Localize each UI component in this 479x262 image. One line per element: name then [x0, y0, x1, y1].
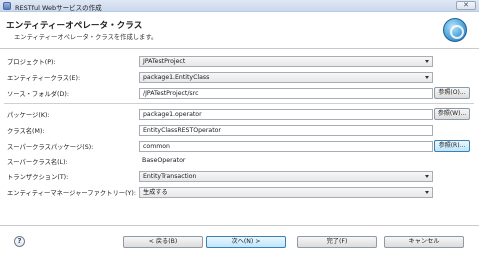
transaction-combo[interactable]: EntityTransaction [139, 171, 433, 182]
package-field[interactable]: package1.operator [139, 109, 433, 120]
project-label: プロジェクト(P): [7, 59, 56, 66]
footer-separator [0, 225, 479, 226]
source-folder-label: ソース・フォルダ(D): [7, 91, 69, 98]
help-icon[interactable]: ? [14, 236, 25, 247]
close-button[interactable]: ✕ [456, 1, 476, 10]
entity-manager-factory-combo[interactable]: 生成する [139, 187, 433, 198]
superclass-name-value: BaseOperator [142, 157, 186, 164]
class-name-field[interactable]: EntityClassRESTOperator [139, 125, 433, 136]
chevron-down-icon [425, 76, 429, 79]
title-bar[interactable]: RESTful Webサービスの作成 ✕ [0, 0, 479, 12]
superclass-package-field[interactable]: common [139, 141, 433, 152]
entity-class-label: エンティティークラス(E): [7, 75, 81, 82]
next-button[interactable]: 次へ(N) > [206, 236, 286, 248]
finish-button[interactable]: 完了(F) [297, 236, 377, 248]
superclass-name-label: スーパークラス名(L): [7, 159, 68, 166]
package-label: パッケージ(K): [7, 112, 50, 119]
entity-manager-factory-label: エンティティーマネージャーファクトリー(Y): [7, 190, 136, 197]
entity-class-combo[interactable]: package1.EntityClass [139, 72, 433, 83]
wizard-dialog: RESTful Webサービスの作成 ✕ エンティティーオペレータ・クラス エン… [0, 0, 479, 262]
window-title: RESTful Webサービスの作成 [15, 3, 102, 12]
transaction-combo-value: EntityTransaction [143, 173, 197, 180]
entity-class-combo-value: package1.EntityClass [143, 74, 210, 81]
package-browse-button[interactable]: 参照(W)... [434, 108, 470, 120]
page-title: エンティティーオペレータ・クラス [6, 21, 143, 31]
separator [4, 103, 474, 104]
superclass-package-label: スーパークラスパッケージ(S): [7, 144, 94, 151]
cancel-button[interactable]: キャンセル [384, 236, 464, 248]
entity-manager-factory-combo-value: 生成する [143, 189, 168, 196]
app-icon [3, 2, 11, 10]
class-name-label: クラス名(M): [7, 128, 45, 135]
source-folder-browse-button[interactable]: 参照(O)... [434, 87, 470, 99]
source-folder-field[interactable]: /JPATestProject/src [139, 88, 433, 99]
wizard-globe-icon [443, 18, 467, 42]
superclass-package-browse-button[interactable]: 参照(R)... [434, 140, 470, 152]
chevron-down-icon [425, 175, 429, 178]
project-combo-value: JPATestProject [143, 58, 186, 65]
project-combo[interactable]: JPATestProject [139, 56, 433, 67]
page-description: エンティティーオペレータ・クラスを作成します。 [14, 34, 158, 41]
transaction-label: トランザクション(T): [7, 174, 69, 181]
back-button[interactable]: < 戻る(B) [123, 236, 203, 248]
chevron-down-icon [425, 191, 429, 194]
chevron-down-icon [425, 60, 429, 63]
wizard-header: エンティティーオペレータ・クラス エンティティーオペレータ・クラスを作成します。 [0, 12, 479, 49]
